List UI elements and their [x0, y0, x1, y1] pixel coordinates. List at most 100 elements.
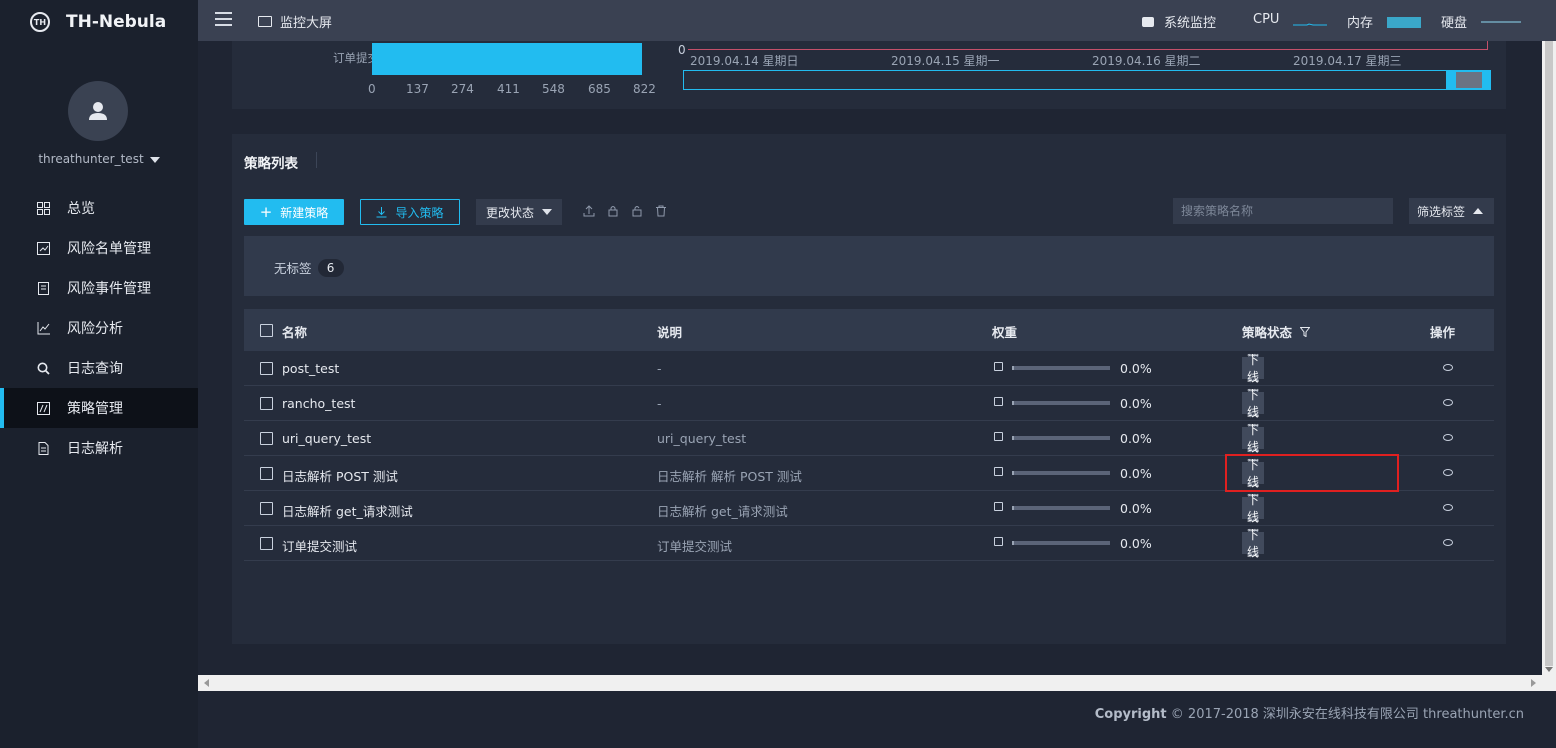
scroll-right-arrow-icon[interactable]	[1531, 679, 1536, 687]
table-row: 日志解析 get_请求测试 日志解析 get_请求测试 0.0% 编辑 测试 上…	[244, 491, 1494, 526]
row-name[interactable]: post_test	[282, 361, 339, 376]
sidebar-item-risk-events[interactable]: 风险事件管理	[0, 268, 198, 308]
weight-slider[interactable]	[1012, 366, 1110, 370]
row-checkbox[interactable]	[260, 432, 273, 445]
select-all-checkbox[interactable]	[260, 324, 273, 337]
weight-slider[interactable]	[1012, 436, 1110, 440]
change-status-dropdown[interactable]: 更改状态	[476, 199, 562, 225]
sidebar-item-label: 风险事件管理	[67, 281, 151, 297]
row-checkbox[interactable]	[260, 362, 273, 375]
offline-button[interactable]: 下线	[1242, 528, 1265, 559]
header-name: 名称	[282, 325, 308, 340]
header-ops: 操作	[1430, 325, 1456, 340]
view-eye-icon[interactable]	[1443, 434, 1453, 441]
monitor-screen-link[interactable]: 监控大屏	[258, 12, 332, 31]
weight-lock-icon[interactable]	[994, 432, 1003, 441]
brand-logo-icon: TH	[30, 12, 50, 32]
sidebar-item-log-parse[interactable]: 日志解析	[0, 428, 198, 468]
tag-filter-box: 无标签 6	[244, 236, 1494, 296]
sidebar-item-log-query[interactable]: 日志查询	[0, 348, 198, 388]
weight-lock-icon[interactable]	[994, 467, 1003, 476]
row-checkbox[interactable]	[260, 537, 273, 550]
search-strategy-input[interactable]	[1173, 198, 1393, 224]
row-name[interactable]: 日志解析 POST 测试	[282, 466, 398, 485]
delete-icon[interactable]	[654, 204, 668, 218]
brand[interactable]: TH TH-Nebula	[0, 0, 198, 44]
vertical-scrollbar[interactable]	[1542, 41, 1556, 675]
grid-icon	[36, 201, 50, 215]
cpu-metric: CPU	[1253, 12, 1328, 27]
horizontal-scrollbar[interactable]	[198, 675, 1542, 691]
offline-button[interactable]: 下线	[1242, 493, 1265, 524]
offline-button[interactable]: 下线	[1242, 423, 1265, 454]
lock-icon[interactable]	[606, 204, 620, 218]
view-eye-icon[interactable]	[1443, 364, 1453, 371]
scroll-left-arrow-icon[interactable]	[204, 679, 209, 687]
upload-icon[interactable]	[582, 204, 596, 218]
import-strategy-button[interactable]: 导入策略	[360, 199, 460, 225]
row-name[interactable]: rancho_test	[282, 396, 355, 411]
table-row: uri_query_test uri_query_test 0.0% 编辑 测试…	[244, 421, 1494, 456]
weight-slider[interactable]	[1012, 401, 1110, 405]
scrollbar-thumb[interactable]	[1545, 41, 1553, 666]
view-eye-icon[interactable]	[1443, 469, 1453, 476]
system-monitor-link[interactable]: 系统监控	[1142, 12, 1216, 31]
table-row: rancho_test - 0.0% 编辑 测试 上线 下线	[244, 386, 1494, 421]
view-eye-icon[interactable]	[1443, 539, 1453, 546]
sidebar-item-risk-analysis[interactable]: 风险分析	[0, 308, 198, 348]
menu-toggle-icon[interactable]	[215, 12, 232, 26]
brand-name: TH-Nebula	[66, 12, 167, 32]
weight-slider[interactable]	[1012, 506, 1110, 510]
unlock-icon[interactable]	[630, 204, 644, 218]
row-weight: 0.0%	[1120, 431, 1152, 446]
slider-handle[interactable]	[1446, 71, 1490, 89]
sidebar-item-overview[interactable]: 总览	[0, 188, 198, 228]
tag-untagged[interactable]: 无标签 6	[274, 258, 344, 277]
avatar[interactable]	[68, 81, 128, 141]
row-checkbox[interactable]	[260, 502, 273, 515]
time-range-slider[interactable]	[683, 70, 1491, 90]
main-content: 订单提交测试 0 137 274 411 548 685 822 0 2019.…	[198, 41, 1542, 675]
row-checkbox[interactable]	[260, 467, 273, 480]
row-name[interactable]: 日志解析 get_请求测试	[282, 501, 413, 520]
topbar: 监控大屏 系统监控 CPU 内存 硬盘	[198, 0, 1556, 41]
view-eye-icon[interactable]	[1443, 399, 1453, 406]
filter-tags-button[interactable]: 筛选标签	[1409, 198, 1494, 224]
sidebar-item-risk-list[interactable]: 风险名单管理	[0, 228, 198, 268]
weight-slider[interactable]	[1012, 541, 1110, 545]
row-desc: 订单提交测试	[657, 539, 733, 554]
row-checkbox[interactable]	[260, 397, 273, 410]
sidebar: TH TH-Nebula threathunter_test 总览 风险名单管理…	[0, 0, 198, 748]
chart-panel: 订单提交测试 0 137 274 411 548 685 822 0 2019.…	[232, 41, 1506, 109]
bar-tick: 685	[588, 82, 611, 96]
time-axis-zero: 0	[678, 43, 686, 57]
row-desc: 日志解析 get_请求测试	[657, 504, 788, 519]
caret-up-icon	[1473, 208, 1484, 214]
bar-tick: 822	[633, 82, 656, 96]
filter-tags-label: 筛选标签	[1417, 204, 1466, 219]
monitor-label: 监控大屏	[280, 16, 333, 31]
row-weight: 0.0%	[1120, 501, 1152, 516]
weight-lock-icon[interactable]	[994, 502, 1003, 511]
weight-lock-icon[interactable]	[994, 362, 1003, 371]
view-eye-icon[interactable]	[1443, 504, 1453, 511]
disk-label: 硬盘	[1441, 16, 1468, 31]
offline-button[interactable]: 下线	[1242, 353, 1265, 384]
sidebar-item-strategy[interactable]: 策略管理	[0, 388, 198, 428]
row-name[interactable]: uri_query_test	[282, 431, 371, 446]
row-name[interactable]: 订单提交测试	[282, 536, 357, 555]
header-status[interactable]: 策略状态	[1242, 322, 1311, 341]
user-icon	[89, 102, 107, 120]
offline-button[interactable]: 下线	[1242, 388, 1265, 419]
new-strategy-button[interactable]: + 新建策略	[244, 199, 344, 225]
weight-lock-icon[interactable]	[994, 397, 1003, 406]
tag-count-badge: 6	[317, 258, 344, 277]
weight-slider[interactable]	[1012, 471, 1110, 475]
scroll-down-arrow-icon[interactable]	[1545, 667, 1553, 672]
user-menu[interactable]: threathunter_test	[0, 152, 198, 166]
copyright-text: © 2017-2018 深圳永安在线科技有限公司 threathunter.cn	[1170, 707, 1524, 722]
date-tick: 2019.04.16 星期二	[1092, 54, 1201, 68]
bar-tick: 0	[368, 82, 376, 96]
weight-lock-icon[interactable]	[994, 537, 1003, 546]
footer: Copyright © 2017-2018 深圳永安在线科技有限公司 threa…	[198, 691, 1556, 748]
